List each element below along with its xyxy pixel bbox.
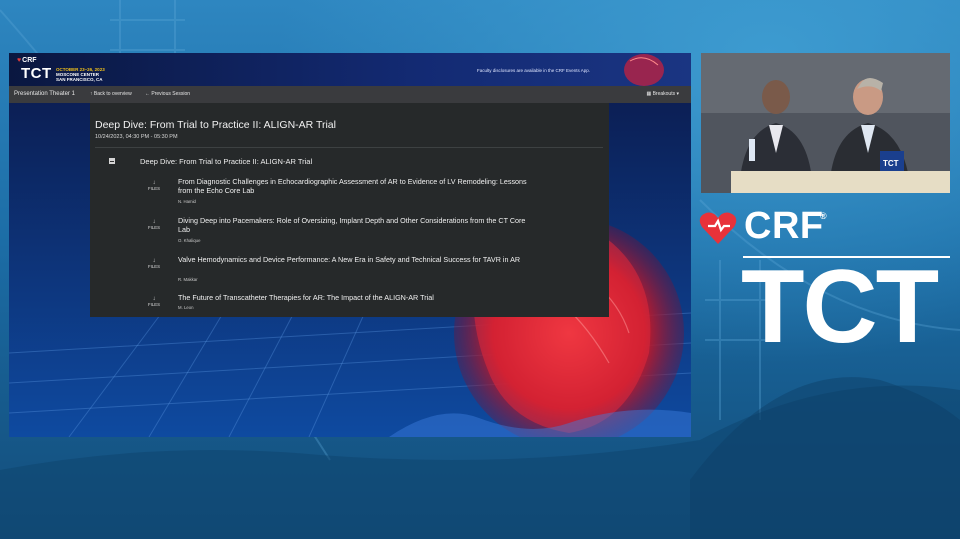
talk-title[interactable]: The Future of Transcatheter Therapies fo…	[178, 293, 528, 302]
files-button[interactable]: ↓ FILES	[146, 258, 162, 269]
podium-logo: TCT	[883, 159, 899, 168]
breakouts-label: Breakouts ▾	[652, 91, 679, 97]
session-title: Deep Dive: From Trial to Practice II: AL…	[95, 119, 336, 131]
talk-speaker: N. Hamid	[178, 199, 196, 204]
talk-title[interactable]: Diving Deep into Pacemakers: Role of Ove…	[178, 216, 528, 234]
brand-tct: TCT	[741, 249, 939, 365]
crf-logo-text: CRF	[22, 57, 37, 64]
presentation-screen: ♥CRF TCT OCTOBER 23–26, 2023 MOSCONE CEN…	[9, 53, 691, 437]
files-label: FILES	[148, 302, 160, 307]
crf-heart-icon	[699, 212, 737, 244]
breakouts-dropdown[interactable]: ▦ Breakouts ▾	[646, 91, 679, 97]
previous-session-link[interactable]: ← Previous Session	[145, 91, 190, 97]
talk-speaker: O. Khalique	[178, 238, 201, 243]
sub-session-title: Deep Dive: From Trial to Practice II: AL…	[140, 157, 313, 166]
speaker-video: TCT	[701, 53, 950, 193]
files-button[interactable]: ↓ FILES	[146, 180, 162, 191]
prev-label: Previous Session	[151, 91, 191, 97]
heart-icon: ♥	[17, 57, 22, 64]
back-to-overview-link[interactable]: ↑ Back to overview	[90, 91, 132, 97]
talk-speaker: M. Leon	[178, 305, 194, 310]
files-label: FILES	[148, 225, 160, 230]
session-time: 10/24/2023, 04:30 PM - 05:30 PM	[95, 134, 178, 140]
talk-title[interactable]: Valve Hemodynamics and Device Performanc…	[178, 255, 528, 264]
brand-crf: CRF	[744, 205, 824, 247]
registered-mark: ®	[820, 211, 827, 221]
files-label: FILES	[148, 264, 160, 269]
speakers-scene: TCT	[701, 53, 950, 193]
files-button[interactable]: ↓ FILES	[146, 219, 162, 230]
collapse-button[interactable]	[109, 158, 115, 164]
event-info: OCTOBER 23–26, 2023 MOSCONE CENTER SAN F…	[56, 67, 105, 82]
files-button[interactable]: ↓ FILES	[146, 296, 162, 307]
disclosure-text: Faculty disclosures are available in the…	[477, 68, 591, 73]
header-heart-graphic	[624, 54, 664, 86]
files-label: FILES	[148, 186, 160, 191]
crf-logo: ♥CRF	[17, 57, 37, 64]
event-city: SAN FRANCISCO, CA	[56, 77, 103, 82]
tct-logo: TCT	[21, 65, 52, 82]
session-panel: Deep Dive: From Trial to Practice II: AL…	[90, 103, 609, 317]
divider	[95, 147, 603, 148]
back-label: Back to overview	[93, 91, 132, 97]
talk-title[interactable]: From Diagnostic Challenges in Echocardio…	[178, 177, 528, 195]
talk-speaker: R. Makkar	[178, 277, 198, 282]
room-title: Presentation Theater 1	[14, 91, 75, 97]
screen-header: ♥CRF TCT OCTOBER 23–26, 2023 MOSCONE CEN…	[9, 53, 691, 86]
navbar: Presentation Theater 1 ↑ Back to overvie…	[9, 86, 691, 103]
